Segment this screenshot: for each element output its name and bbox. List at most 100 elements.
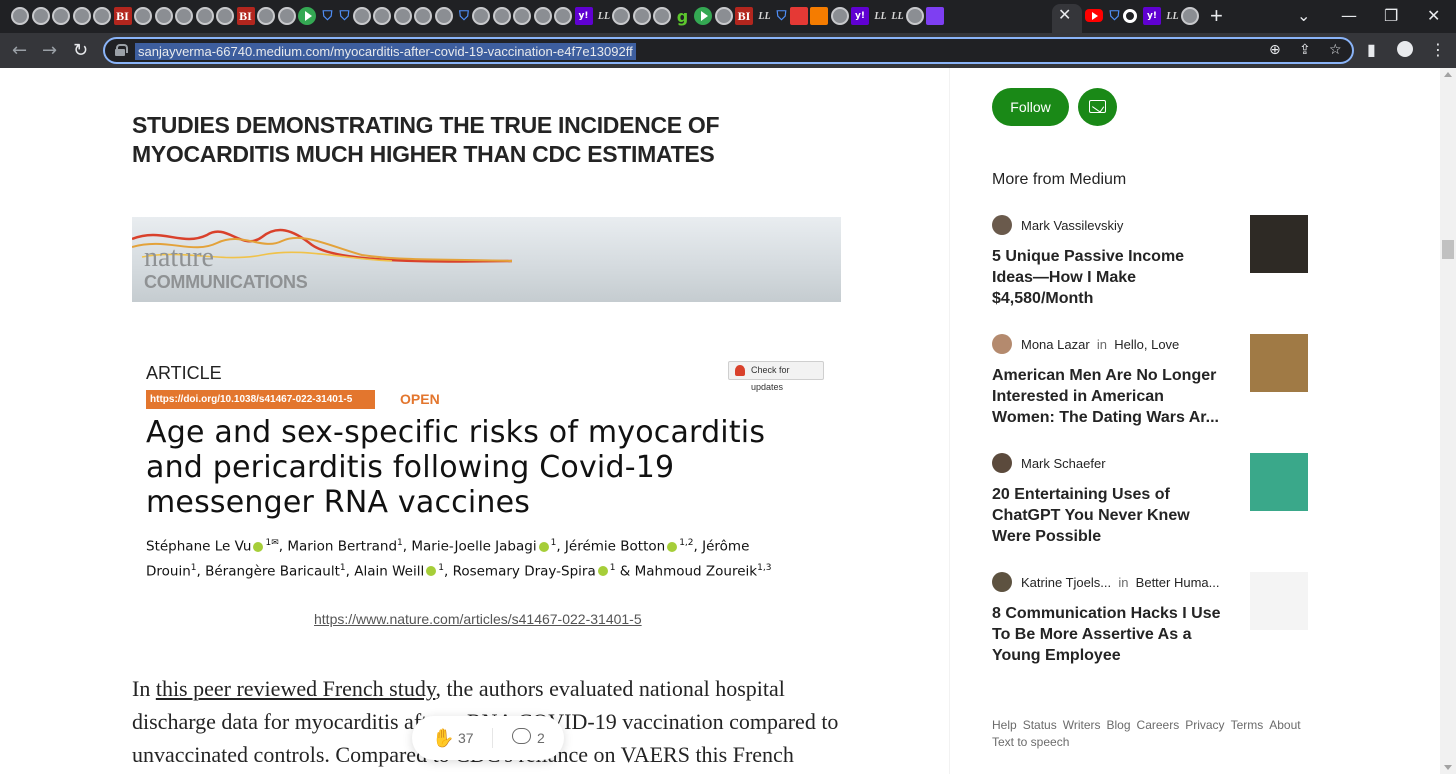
tab-favicon-shield-icon[interactable]: ⛉: [319, 7, 337, 25]
story-title[interactable]: 8 Communication Hacks I Use To Be More A…: [992, 603, 1228, 666]
forward-button[interactable]: →: [42, 40, 57, 61]
story-publication[interactable]: Hello, Love: [1114, 337, 1179, 352]
tab-favicon-globe-icon[interactable]: [513, 7, 531, 25]
author-avatar[interactable]: [992, 453, 1012, 473]
story-author[interactable]: Mona Lazar in Hello, Love: [1021, 337, 1179, 352]
back-button[interactable]: ←: [12, 40, 27, 61]
lock-icon[interactable]: [115, 44, 128, 56]
orcid-icon[interactable]: [538, 541, 549, 552]
tab-favicon-globe-icon[interactable]: [373, 7, 391, 25]
source-link[interactable]: https://www.nature.com/articles/s41467-0…: [314, 611, 642, 627]
tab-favicon-globe-icon[interactable]: [632, 7, 651, 25]
tab-favicon-ll-icon[interactable]: LL: [1164, 7, 1182, 25]
tab-favicon-globe-icon[interactable]: [31, 7, 50, 25]
story-publication[interactable]: Better Huma...: [1136, 575, 1220, 590]
footer-link[interactable]: Writers: [1063, 718, 1101, 732]
tab-favicon-purple-icon[interactable]: [926, 7, 944, 25]
story-author[interactable]: Mark Vassilevskiy: [1021, 218, 1123, 233]
tab-favicon-globe-icon[interactable]: [714, 7, 733, 25]
author-name[interactable]: Bérangère Baricault: [205, 563, 340, 579]
tab-favicon-globe-icon[interactable]: [175, 7, 193, 25]
author-name[interactable]: Mahmoud Zoureik: [635, 563, 758, 579]
footer-link[interactable]: Careers: [1137, 718, 1180, 732]
bookmark-star-icon[interactable]: ☆: [1329, 42, 1342, 58]
tab-favicon-shield-icon[interactable]: ⛉: [336, 7, 354, 25]
footer-link[interactable]: Terms: [1231, 718, 1264, 732]
tab-favicon-yahoo-icon[interactable]: y!: [1143, 7, 1161, 25]
footer-link[interactable]: Privacy: [1185, 718, 1224, 732]
maximize-button[interactable]: ❐: [1384, 6, 1398, 25]
tab-favicon-ll-icon[interactable]: LL: [872, 7, 890, 25]
story-card[interactable]: Katrine Tjoels... in Better Huma... 8 Com…: [992, 572, 1308, 672]
story-author[interactable]: Katrine Tjoels... in Better Huma...: [1021, 575, 1219, 590]
tab-favicon-globe-icon[interactable]: [414, 7, 432, 25]
orcid-icon[interactable]: [597, 566, 608, 576]
author-name[interactable]: Alain Weill: [354, 563, 424, 579]
page-scrollbar[interactable]: [1440, 68, 1456, 774]
story-title[interactable]: American Men Are No Longer Interested in…: [992, 365, 1228, 428]
tab-favicon-g-icon[interactable]: g: [674, 7, 692, 26]
tab-favicon-red-icon[interactable]: [789, 7, 808, 25]
story-author[interactable]: Mark Schaefer: [1021, 456, 1106, 471]
tab-favicon-globe-icon[interactable]: [277, 7, 296, 25]
tab-favicon-play-icon[interactable]: [694, 7, 712, 25]
author-name[interactable]: Rosemary Dray-Spira: [453, 563, 596, 579]
footer-link[interactable]: About: [1269, 718, 1300, 732]
tab-favicon-globe-icon[interactable]: [11, 7, 29, 25]
tab-search-icon[interactable]: ⌄: [1297, 6, 1310, 25]
story-thumbnail[interactable]: [1250, 453, 1308, 511]
tab-favicon-globe-icon[interactable]: [1180, 7, 1199, 25]
follow-button[interactable]: Follow: [992, 88, 1069, 126]
footer-link[interactable]: Help: [992, 718, 1017, 732]
story-title[interactable]: 20 Entertaining Uses of ChatGPT You Neve…: [992, 484, 1228, 547]
orcid-icon[interactable]: [253, 541, 264, 552]
footer-link[interactable]: Status: [1023, 718, 1057, 732]
story-card[interactable]: Mona Lazar in Hello, Love American Men Ar…: [992, 334, 1308, 434]
scroll-thumb[interactable]: [1442, 240, 1454, 259]
tab-favicon-globe-icon[interactable]: [612, 7, 630, 25]
address-bar[interactable]: sanjayverma-66740.medium.com/myocarditis…: [103, 37, 1354, 64]
tab-favicon-orange-icon[interactable]: [810, 7, 828, 25]
tab-favicon-globe-icon[interactable]: [472, 7, 490, 25]
story-thumbnail[interactable]: [1250, 572, 1308, 630]
tab-favicon-ll-icon[interactable]: LL: [756, 7, 774, 25]
tab-favicon-globe-icon[interactable]: [905, 7, 924, 25]
story-thumbnail[interactable]: [1250, 334, 1308, 392]
scroll-up-arrow-icon[interactable]: [1444, 72, 1452, 77]
tab-favicon-globe-icon[interactable]: [393, 7, 412, 25]
profile-avatar-icon[interactable]: [1397, 41, 1413, 57]
tab-favicon-shield-icon[interactable]: ⛉: [455, 7, 473, 25]
tab-favicon-ll-icon[interactable]: LL: [595, 7, 613, 25]
tab-favicon-globe-icon[interactable]: [52, 7, 70, 25]
url-text[interactable]: sanjayverma-66740.medium.com/myocarditis…: [135, 43, 636, 60]
author-avatar[interactable]: [992, 334, 1012, 354]
tab-favicon-globe-icon[interactable]: [93, 7, 111, 25]
orcid-icon[interactable]: [667, 541, 678, 552]
tab-favicon-shield-icon[interactable]: ⛉: [773, 7, 791, 25]
tab-favicon-globe-icon[interactable]: [653, 7, 671, 25]
browser-menu-icon[interactable]: ⋮: [1430, 40, 1446, 59]
side-panel-icon[interactable]: ▮: [1367, 40, 1376, 59]
story-card[interactable]: Mark Vassilevskiy 5 Unique Passive Income…: [992, 215, 1308, 315]
close-window-button[interactable]: ✕: [1427, 6, 1440, 25]
tab-favicon-globe-icon[interactable]: [154, 7, 173, 25]
tab-favicon-bi-icon[interactable]: BI: [735, 7, 753, 25]
author-avatar[interactable]: [992, 215, 1012, 235]
study-link[interactable]: this peer reviewed French study: [156, 676, 436, 701]
tab-favicon-globe-icon[interactable]: [72, 7, 91, 25]
tab-favicon-globe-icon[interactable]: [134, 7, 152, 25]
orcid-icon[interactable]: [426, 566, 437, 576]
tab-favicon-ll-icon[interactable]: LL: [889, 7, 907, 25]
share-icon[interactable]: ⇪: [1299, 42, 1311, 58]
author-name[interactable]: Stéphane Le Vu: [146, 539, 251, 555]
tab-favicon-bi-icon[interactable]: BI: [236, 7, 255, 25]
tab-favicon-globe-icon[interactable]: [434, 7, 453, 25]
new-tab-button[interactable]: +: [1210, 3, 1223, 29]
tab-favicon-globe-icon[interactable]: [492, 7, 511, 25]
tab-favicon-globe-icon[interactable]: [216, 7, 234, 25]
tab-favicon-yahoo-icon[interactable]: y!: [851, 7, 869, 25]
comment-icon[interactable]: [512, 728, 531, 744]
tab-favicon-globe-icon[interactable]: [257, 7, 275, 25]
zoom-icon[interactable]: ⊕: [1269, 42, 1281, 58]
reload-button[interactable]: ↻: [73, 40, 88, 61]
